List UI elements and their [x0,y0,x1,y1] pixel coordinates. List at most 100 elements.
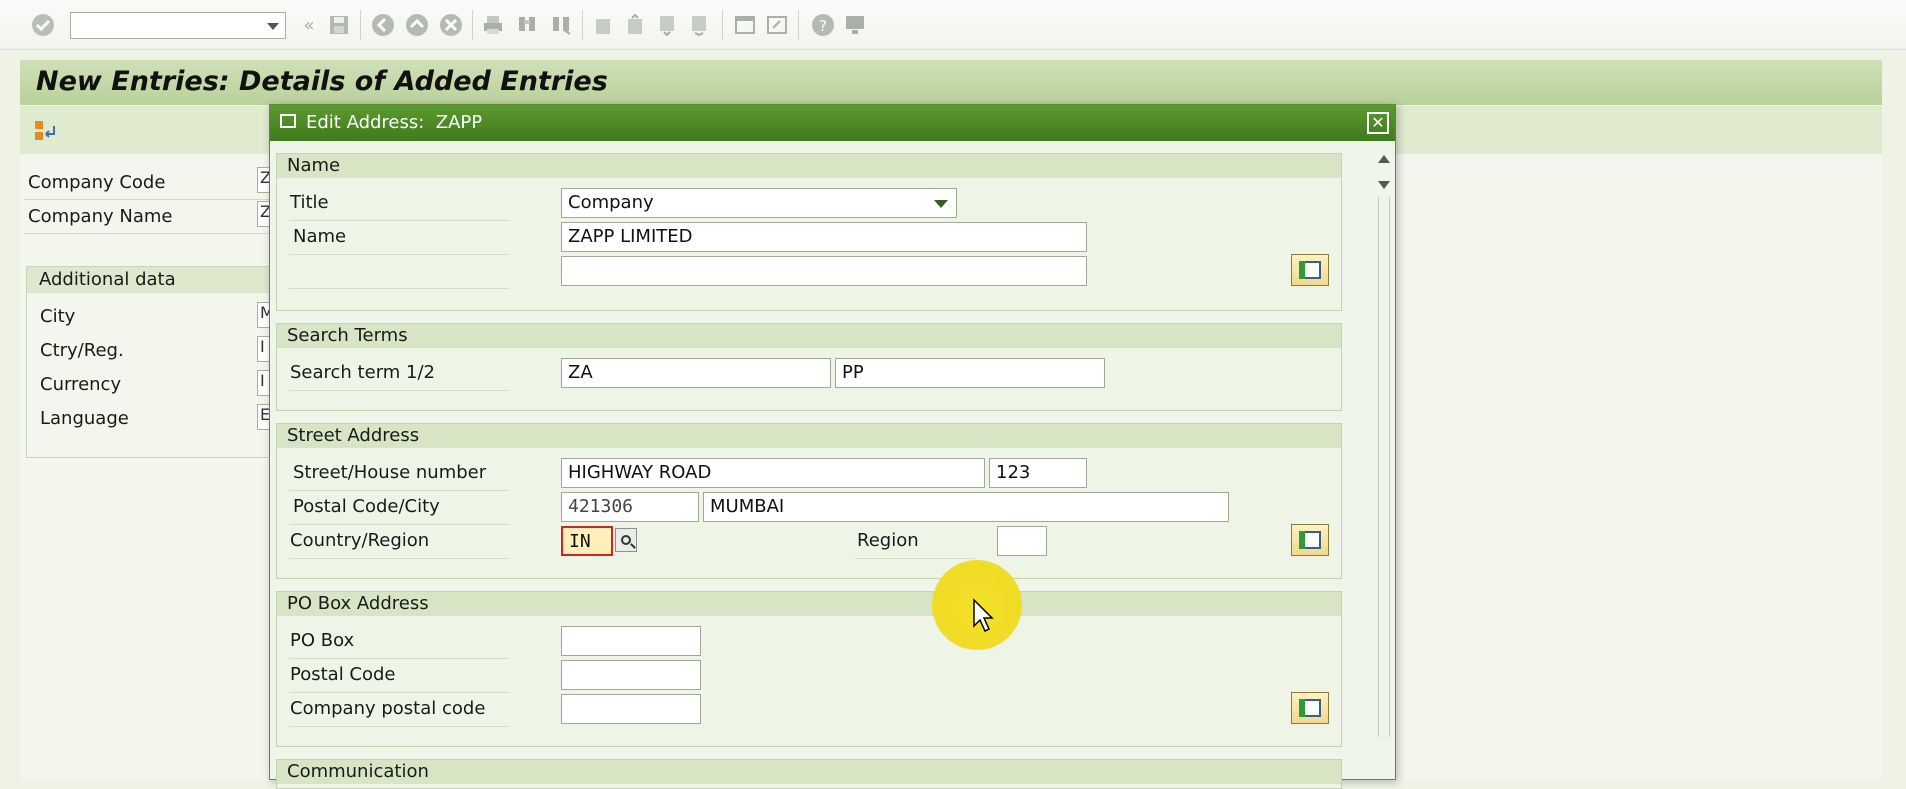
po-box-label: PO Box [290,630,355,651]
search-term-1-field[interactable]: ZA [561,358,831,388]
street-address-header: Street Address [277,424,1341,448]
next-page-icon[interactable] [654,12,680,38]
find-icon[interactable] [514,12,540,38]
magnifier-icon [621,535,631,545]
separator [472,10,473,40]
chevron-down-icon[interactable] [934,200,948,208]
expand-fields-icon [1299,699,1321,717]
region-field[interactable] [997,526,1047,556]
separator [582,10,583,40]
divider [289,220,509,221]
company-name-label: Company Name [28,206,173,227]
company-postal-code-label: Company postal code [290,698,486,719]
search-term-2-field[interactable]: PP [835,358,1105,388]
display-change-icon[interactable] [34,120,56,147]
divider [289,490,509,491]
postal-code-field[interactable]: 421306 [561,492,699,522]
more-fields-button[interactable] [1291,254,1329,286]
expand-fields-icon [1299,531,1321,549]
language-label: Language [40,408,129,429]
double-chevron-left-icon[interactable]: « [296,12,322,38]
communication-section: Communication [276,759,1342,789]
mouse-pointer-icon [973,598,994,633]
separator [798,10,799,40]
name-label: Name [293,226,347,247]
city-label: City [40,306,76,327]
cancel-icon[interactable] [438,12,464,38]
divider [289,692,509,693]
exit-icon[interactable] [404,12,430,38]
company-postal-code-field[interactable] [561,694,701,724]
search-term-label: Search term 1/2 [290,362,436,383]
street-address-section: Street Address Street/House number HIGHW… [276,423,1342,579]
region-label: Region [857,530,919,551]
divider [289,390,509,391]
name-field[interactable]: ZAPP LIMITED [561,222,1087,252]
print-icon[interactable] [480,12,506,38]
more-address-fields-button[interactable] [1291,524,1329,556]
edit-window-icon [280,114,296,128]
divider [289,288,509,289]
city-field[interactable]: MUMBAI [703,492,1229,522]
search-terms-section: Search Terms Search term 1/2 ZA PP [276,323,1342,411]
additional-data-group: Additional data [26,266,278,458]
scroll-down-icon[interactable] [1378,181,1390,189]
command-field[interactable] [70,12,286,39]
separator [360,10,361,40]
dialog-title-bar[interactable]: Edit Address: ZAPP ✕ [270,105,1395,141]
vertical-scrollbar[interactable] [1374,147,1392,781]
svg-text:?: ? [819,17,827,35]
street-label: Street/House number [293,462,487,483]
last-page-icon[interactable] [686,12,712,38]
previous-page-icon[interactable] [622,12,648,38]
divider [855,558,975,559]
divider [24,199,270,200]
title-label: Title [290,192,329,213]
scroll-up-icon[interactable] [1378,155,1390,163]
separator [722,10,723,40]
back-icon[interactable] [370,12,396,38]
po-box-field[interactable] [561,626,701,656]
name2-field[interactable] [561,256,1087,286]
divider [289,558,509,559]
additional-data-header: Additional data [27,267,277,293]
find-next-icon[interactable] [548,12,574,38]
divider [289,254,509,255]
first-page-icon[interactable] [590,12,616,38]
po-postal-code-field[interactable] [561,660,701,690]
title-dropdown[interactable]: Company [561,188,957,218]
search-terms-header: Search Terms [277,324,1341,348]
edit-address-dialog: Edit Address: ZAPP ✕ Name Title Company … [269,104,1396,789]
po-box-header: PO Box Address [277,592,1341,616]
scrollbar-thumb[interactable] [1378,197,1390,737]
postal-city-label: Postal Code/City [293,496,440,517]
help-icon[interactable]: ? [810,12,836,38]
country-field[interactable]: IN [561,526,613,556]
title-value: Company [568,192,654,213]
name-section-header: Name [277,154,1341,178]
po-postal-code-label: Postal Code [290,664,396,685]
customize-layout-icon[interactable] [842,12,868,38]
communication-header: Communication [277,760,1341,784]
check-icon[interactable] [30,12,56,38]
po-box-section: PO Box Address PO Box Postal Code Compan… [276,591,1342,747]
divider [289,524,509,525]
close-icon[interactable]: ✕ [1367,112,1389,134]
divider [289,726,509,727]
company-code-label: Company Code [28,172,166,193]
street-field[interactable]: HIGHWAY ROAD [561,458,985,488]
search-help-icon[interactable] [615,528,637,552]
shortcut-icon[interactable] [764,12,790,38]
country-label: Ctry/Reg. [40,340,124,361]
save-icon[interactable] [326,12,352,38]
more-pobox-fields-button[interactable] [1291,692,1329,724]
expand-fields-icon [1299,261,1321,279]
system-toolbar: « ? [0,0,1906,50]
chevron-down-icon[interactable] [267,23,279,30]
new-session-icon[interactable] [732,12,758,38]
page-title: New Entries: Details of Added Entries [36,66,608,97]
dialog-title: Edit Address: ZAPP [306,112,483,133]
house-number-field[interactable]: 123 [989,458,1087,488]
page-title-bar: New Entries: Details of Added Entries [20,60,1882,105]
divider [289,658,509,659]
